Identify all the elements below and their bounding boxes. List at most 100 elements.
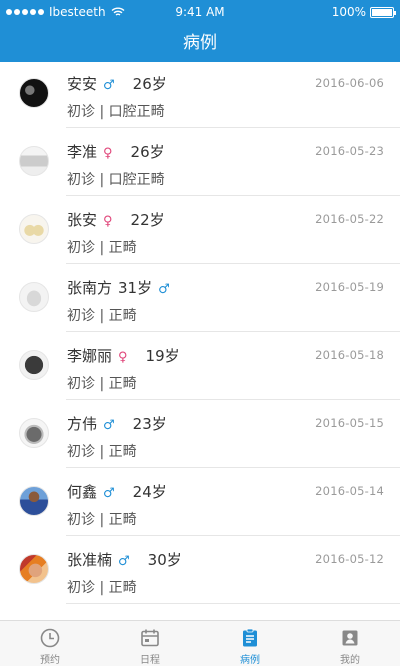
visit-type: 初诊: [67, 376, 95, 392]
female-icon: ♀: [103, 214, 113, 229]
separator: |: [99, 240, 105, 256]
visit-type: 初诊: [67, 172, 95, 188]
avatar: [19, 78, 49, 108]
tab-label: 预约: [40, 655, 60, 666]
record-row[interactable]: 李准 ♀ 26岁 2016-05-23 初诊 | 口腔正畸: [0, 130, 400, 196]
tab-schedule[interactable]: 日程: [100, 621, 200, 666]
visit-type: 初诊: [67, 308, 95, 324]
patient-age: 30岁: [147, 551, 182, 569]
separator: |: [99, 104, 105, 120]
patient-name: 张南方: [67, 279, 113, 297]
clock-icon: [40, 628, 60, 648]
separator: |: [99, 444, 105, 460]
record-date: 2016-05-14: [315, 484, 384, 498]
record-row[interactable]: 李娜丽 ♀ 19岁 2016-05-18 初诊 | 正畸: [0, 334, 400, 400]
visit-type: 初诊: [67, 512, 95, 528]
record-list[interactable]: 安安 ♂ 26岁 2016-06-06 初诊 | 口腔正畸 李准 ♀ 26岁 2…: [0, 62, 400, 620]
patient-age: 22岁: [130, 211, 165, 229]
treatment-category: 正畸: [108, 240, 137, 256]
calendar-icon: [141, 629, 159, 647]
divider: [66, 263, 400, 264]
profile-icon: [342, 630, 358, 646]
separator: |: [99, 580, 105, 596]
male-icon: ♂: [103, 486, 115, 501]
male-icon: ♂: [158, 282, 170, 297]
avatar: [19, 418, 49, 448]
battery-icon: [370, 6, 396, 18]
patient-age: 26岁: [130, 143, 165, 161]
divider: [66, 467, 400, 468]
female-icon: ♀: [118, 350, 128, 365]
avatar: [19, 214, 49, 244]
record-subtitle: 初诊 | 正畸: [67, 305, 137, 325]
record-row[interactable]: 何鑫 ♂ 24岁 2016-05-14 初诊 | 正畸: [0, 470, 400, 536]
divider: [66, 399, 400, 400]
patient-name: 张准楠: [67, 551, 113, 569]
tab-label: 日程: [140, 655, 160, 666]
treatment-category: 正畸: [108, 444, 137, 460]
treatment-category: 正畸: [108, 376, 137, 392]
divider: [66, 603, 400, 604]
avatar: [19, 486, 49, 516]
record-title: 李娜丽 ♀ 19岁: [67, 345, 180, 366]
record-subtitle: 初诊 | 正畸: [67, 441, 137, 461]
tab-label: 病例: [240, 655, 260, 666]
tab-bar: 预约 日程 病例 我的: [0, 620, 400, 666]
battery-percent: 100%: [331, 5, 366, 19]
avatar: [19, 554, 49, 584]
record-subtitle: 初诊 | 正畸: [67, 373, 137, 393]
record-subtitle: 初诊 | 正畸: [67, 237, 137, 257]
patient-age: 31岁: [118, 279, 153, 297]
record-title: 张准楠 ♂ 30岁: [67, 549, 182, 570]
record-title: 安安 ♂ 26岁: [67, 73, 167, 94]
divider: [66, 535, 400, 536]
record-date: 2016-05-18: [315, 348, 384, 362]
separator: |: [99, 308, 105, 324]
record-title: 李准 ♀ 26岁: [67, 141, 165, 162]
visit-type: 初诊: [67, 104, 95, 120]
visit-type: 初诊: [67, 240, 95, 256]
avatar: [19, 350, 49, 380]
patient-name: 安安: [67, 75, 98, 93]
record-title: 何鑫 ♂ 24岁: [67, 481, 167, 502]
patient-age: 23岁: [132, 415, 167, 433]
divider: [66, 331, 400, 332]
patient-name: 李准: [67, 143, 98, 161]
record-title: 张安 ♀ 22岁: [67, 209, 165, 230]
record-title: 张南方 31岁 ♂: [67, 277, 174, 298]
tab-appointments[interactable]: 预约: [0, 621, 100, 666]
visit-type: 初诊: [67, 444, 95, 460]
page-title: 病例: [0, 24, 400, 62]
divider: [66, 195, 400, 196]
patient-name: 李娜丽: [67, 347, 113, 365]
record-date: 2016-05-23: [315, 144, 384, 158]
separator: |: [99, 172, 105, 188]
record-date: 2016-05-15: [315, 416, 384, 430]
record-row[interactable]: 安安 ♂ 26岁 2016-06-06 初诊 | 口腔正畸: [0, 62, 400, 128]
tab-records[interactable]: 病例: [200, 621, 300, 666]
tab-profile[interactable]: 我的: [300, 621, 400, 666]
record-row[interactable]: 张安 ♀ 22岁 2016-05-22 初诊 | 正畸: [0, 198, 400, 264]
male-icon: ♂: [103, 418, 115, 433]
record-subtitle: 初诊 | 口腔正畸: [67, 101, 165, 121]
record-date: 2016-05-12: [315, 552, 384, 566]
record-title: 方伟 ♂ 23岁: [67, 413, 167, 434]
patient-name: 何鑫: [67, 483, 98, 501]
patient-name: 张安: [67, 211, 98, 229]
record-row[interactable]: 张准楠 ♂ 30岁 2016-05-12 初诊 | 正畸: [0, 538, 400, 604]
treatment-category: 口腔正畸: [108, 172, 165, 188]
record-subtitle: 初诊 | 口腔正畸: [67, 169, 165, 189]
treatment-category: 正畸: [108, 308, 137, 324]
record-date: 2016-05-19: [315, 280, 384, 294]
treatment-category: 正畸: [108, 580, 137, 596]
record-row[interactable]: 方伟 ♂ 23岁 2016-05-15 初诊 | 正畸: [0, 402, 400, 468]
visit-type: 初诊: [67, 580, 95, 596]
avatar: [19, 282, 49, 312]
treatment-category: 口腔正畸: [108, 104, 165, 120]
record-row[interactable]: 张南方 31岁 ♂ 2016-05-19 初诊 | 正畸: [0, 266, 400, 332]
divider: [66, 127, 400, 128]
patient-name: 方伟: [67, 415, 98, 433]
patient-age: 24岁: [132, 483, 167, 501]
record-subtitle: 初诊 | 正畸: [67, 509, 137, 529]
record-date: 2016-06-06: [315, 76, 384, 90]
